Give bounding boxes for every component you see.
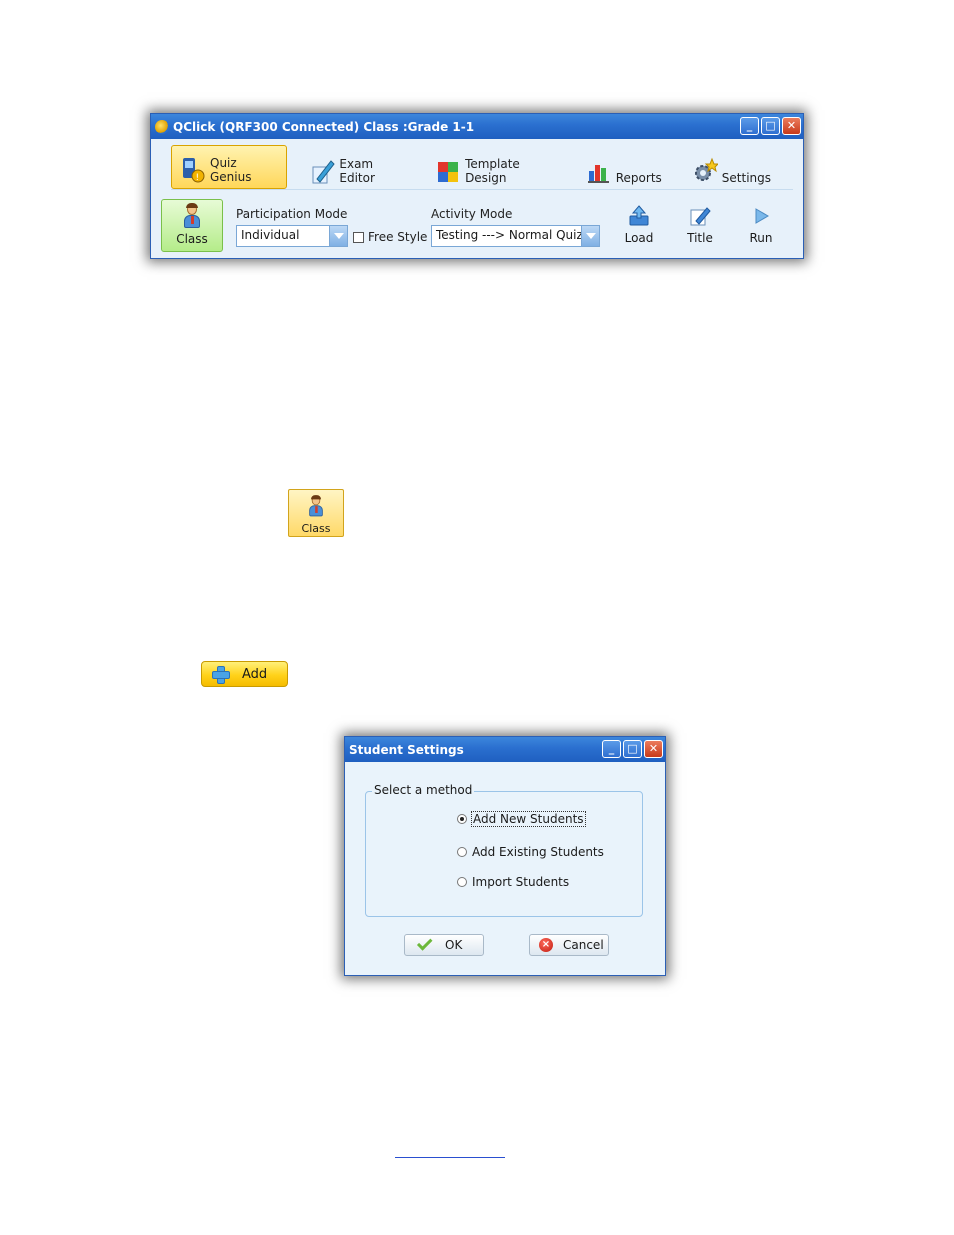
plus-icon <box>212 666 230 684</box>
ok-label: OK <box>445 938 463 952</box>
minimize-button[interactable]: _ <box>740 117 759 135</box>
tab-template-design-label: Template Design <box>465 157 520 185</box>
tab-exam-editor[interactable]: Exam Editor <box>301 145 413 189</box>
method-group-label: Select a method <box>372 783 475 797</box>
class-button[interactable]: Class <box>161 199 223 252</box>
qclick-app-icon <box>155 119 169 134</box>
free-style-label: Free Style <box>368 230 428 244</box>
class-button-label: Class <box>176 232 208 246</box>
activity-mode-select[interactable]: Testing ---> Normal Quiz <box>431 225 600 247</box>
quiz-genius-icon: ! <box>180 156 206 184</box>
activity-mode-label: Activity Mode <box>431 207 513 221</box>
ribbon-tabs: ! Quiz Genius Exam Editor Template Desig… <box>171 144 793 190</box>
edit-pencil-icon <box>689 205 711 227</box>
radio-add-new-students-label: Add New Students <box>471 811 586 827</box>
method-groupbox: Select a method Add New Students Add Exi… <box>365 783 643 917</box>
maximize-button[interactable]: □ <box>761 117 780 135</box>
radio-add-existing-students-label: Add Existing Students <box>472 845 604 859</box>
load-button[interactable]: Load <box>619 205 659 245</box>
class-button-closeup[interactable]: Class <box>288 489 344 537</box>
play-icon <box>750 205 772 227</box>
maximize-button[interactable]: □ <box>623 740 642 758</box>
main-window-titlebar[interactable]: QClick (QRF300 Connected) Class :Grade 1… <box>151 114 803 139</box>
title-label: Title <box>687 231 713 245</box>
tab-settings-label: Settings <box>721 171 771 185</box>
ribbon-controls: Class Participation Mode Individual Free… <box>161 199 793 255</box>
activity-mode-value: Testing ---> Normal Quiz <box>436 228 583 242</box>
tab-reports[interactable]: Reports <box>578 145 670 189</box>
title-button[interactable]: Title <box>680 205 720 245</box>
participation-mode-label: Participation Mode <box>236 207 348 221</box>
dialog-title: Student Settings <box>349 742 464 757</box>
cancel-x-icon: × <box>539 938 553 952</box>
upload-icon <box>628 205 650 227</box>
run-label: Run <box>749 231 773 245</box>
svg-text:!: ! <box>196 173 200 183</box>
tab-settings[interactable]: Settings <box>684 145 779 189</box>
close-button[interactable]: ✕ <box>782 117 801 135</box>
cancel-label: Cancel <box>563 938 604 952</box>
radio-unselected[interactable] <box>457 877 467 887</box>
radio-import-students-label: Import Students <box>472 875 570 889</box>
student-icon <box>182 203 202 230</box>
student-settings-dialog: Student Settings _ □ ✕ Select a method A… <box>344 736 666 976</box>
reports-icon <box>586 157 612 185</box>
radio-add-existing-students[interactable]: Add Existing Students <box>457 845 604 859</box>
template-design-icon <box>435 157 461 185</box>
hyperlink-underline[interactable] <box>395 1157 505 1158</box>
ok-button[interactable]: OK <box>404 934 484 956</box>
participation-mode-select[interactable]: Individual <box>236 225 348 247</box>
radio-add-new-students[interactable]: Add New Students <box>457 811 586 827</box>
tab-quiz-genius-label: Quiz Genius <box>210 156 252 184</box>
chevron-down-icon[interactable] <box>581 226 599 246</box>
free-style-checkbox[interactable] <box>353 232 364 243</box>
radio-import-students[interactable]: Import Students <box>457 875 569 889</box>
check-icon <box>416 935 433 951</box>
exam-editor-icon <box>309 157 336 185</box>
participation-mode-value: Individual <box>241 228 300 242</box>
radio-unselected[interactable] <box>457 847 467 857</box>
main-window-title: QClick (QRF300 Connected) Class :Grade 1… <box>173 119 475 134</box>
class-button-closeup-label: Class <box>301 522 331 535</box>
dialog-titlebar[interactable]: Student Settings _ □ ✕ <box>345 737 665 762</box>
chevron-down-icon[interactable] <box>329 226 347 246</box>
add-button-label: Add <box>242 666 268 682</box>
add-student-button[interactable]: Add <box>201 661 288 687</box>
tab-template-design[interactable]: Template Design <box>427 145 564 189</box>
student-icon <box>308 495 325 518</box>
minimize-button[interactable]: _ <box>602 740 621 758</box>
run-button[interactable]: Run <box>741 205 781 245</box>
tab-quiz-genius[interactable]: ! Quiz Genius <box>171 145 288 189</box>
settings-gear-icon <box>692 157 719 185</box>
radio-selected[interactable] <box>457 814 467 824</box>
load-label: Load <box>624 231 654 245</box>
close-button[interactable]: ✕ <box>644 740 663 758</box>
qclick-main-window: QClick (QRF300 Connected) Class :Grade 1… <box>150 113 804 259</box>
tab-exam-editor-label: Exam Editor <box>339 157 375 185</box>
tab-reports-label: Reports <box>615 171 662 185</box>
cancel-button[interactable]: × Cancel <box>529 934 609 956</box>
